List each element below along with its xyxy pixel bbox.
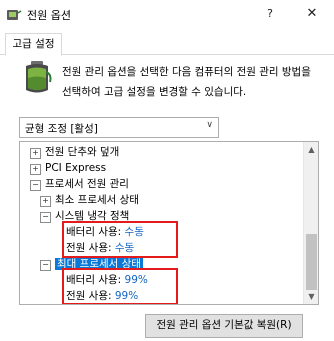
collapse-icon[interactable]: − (30, 180, 41, 191)
title-bar: 전원 옵션 ? ✕ (0, 0, 334, 28)
page-description: 전원 관리 옵션을 선택한 다음 컴퓨터의 전원 관리 방법을 선택하여 고급 … (62, 62, 324, 102)
restore-defaults-button[interactable]: 전원 관리 옵션 기본값 복원(R) (145, 314, 303, 338)
battery-plug-icon (26, 61, 52, 93)
collapse-icon[interactable]: − (40, 212, 51, 223)
scroll-thumb[interactable] (306, 234, 317, 290)
expand-icon[interactable]: + (30, 148, 41, 159)
max-state-annotation-box (62, 268, 178, 304)
close-button[interactable]: ✕ (292, 2, 332, 26)
description-line: 전원 관리 옵션을 선택한 다음 컴퓨터의 전원 관리 방법을 (62, 66, 311, 78)
tree-scrollbar[interactable]: ▲ ▼ (303, 142, 318, 304)
settings-tree[interactable]: + 전원 단추와 덮개 + PCI Express − 프로세서 전원 관리 + 최소 … (19, 141, 319, 305)
power-plan-selected: 균형 조정 [활성] (25, 123, 98, 135)
expand-icon[interactable]: + (30, 164, 41, 175)
window-title: 전원 옵션 (27, 9, 71, 22)
scroll-down-icon[interactable]: ▼ (304, 289, 318, 304)
tree-item-processor-power[interactable]: − 프로세서 전원 관리 (30, 176, 129, 192)
help-button[interactable]: ? (250, 2, 290, 26)
description-line: 선택하여 고급 설정을 변경할 수 있습니다. (62, 86, 247, 98)
tree-item-power-buttons-lid[interactable]: + 전원 단추와 덮개 (30, 144, 119, 160)
scroll-up-icon[interactable]: ▲ (304, 142, 318, 157)
tree-item-min-processor-state[interactable]: + 최소 프로세서 상태 (40, 192, 139, 208)
tree-item-pci-express[interactable]: + PCI Express (30, 160, 106, 176)
power-plan-dropdown[interactable]: 균형 조정 [활성] ∨ (19, 117, 219, 138)
chevron-down-icon: ∨ (206, 120, 213, 130)
power-options-icon (7, 10, 22, 20)
tab-advanced-settings[interactable]: 고급 설정 (5, 33, 62, 56)
collapse-icon[interactable]: − (40, 260, 51, 271)
cooling-annotation-box (62, 221, 178, 258)
expand-icon[interactable]: + (40, 196, 51, 207)
